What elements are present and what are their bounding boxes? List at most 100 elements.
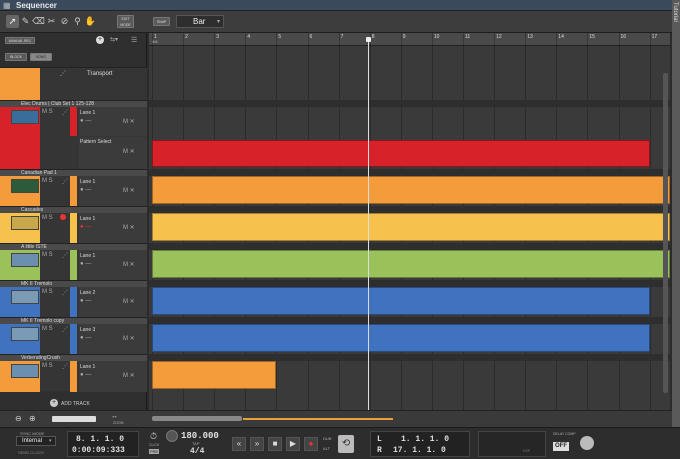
- track-canadian-pad[interactable]: Canadian Pad 1 M S ⋰ Lane 1 ● — M ✕: [0, 169, 147, 207]
- track-mk-ii-tremolo[interactable]: MK II Tremolo M S ⋰ Lane 2 ● — M ✕: [0, 280, 147, 318]
- lane-record-icon[interactable]: ● —: [80, 224, 91, 230]
- lane-record-icon[interactable]: ● —: [80, 118, 91, 124]
- clip-verberatingcrush[interactable]: [152, 361, 276, 389]
- clip-mk-ii-tremolo-copy[interactable]: [152, 324, 650, 352]
- snap-select[interactable]: Bar ▾: [176, 15, 224, 28]
- mute-solo-buttons[interactable]: M S: [42, 363, 53, 369]
- right-locator-value[interactable]: 17. 1. 1. 0: [393, 446, 446, 455]
- alt-button[interactable]: ALT: [323, 446, 330, 451]
- clip-canadian-pad[interactable]: [152, 176, 670, 204]
- device-thumbnail[interactable]: [11, 364, 39, 378]
- lane-color: [70, 250, 77, 281]
- track-separator: [149, 280, 670, 287]
- eraser-tool-icon[interactable]: ⌫: [32, 15, 45, 28]
- list-menu-icon[interactable]: ☰: [131, 36, 137, 44]
- lane-record-icon[interactable]: ● —: [80, 372, 91, 378]
- clip-drums-pattern[interactable]: [152, 140, 650, 167]
- add-track-icon[interactable]: +: [50, 399, 58, 407]
- lane-mute-close[interactable]: M ✕: [123, 224, 135, 231]
- mute-solo-buttons[interactable]: M S: [42, 326, 53, 332]
- lane-mute-close[interactable]: M ✕: [123, 298, 135, 305]
- send-clock-label[interactable]: SEND CLOCK: [18, 450, 44, 455]
- razor-tool-icon[interactable]: ✂: [45, 15, 58, 28]
- track-verberatingcrush[interactable]: VerberatingCrush M S ⋰ Lane 1 ● — M ✕: [0, 354, 147, 392]
- add-icon[interactable]: +: [96, 36, 104, 44]
- device-thumbnail[interactable]: [11, 253, 39, 267]
- zoom-fit-icon[interactable]: ↔: [111, 413, 118, 420]
- pointer-tool-icon[interactable]: ➚: [6, 15, 19, 28]
- tutorial-side-tab[interactable]: Tutorial: [672, 0, 680, 459]
- lane-mute-close[interactable]: M ✕: [123, 372, 135, 379]
- hand-tool-icon[interactable]: ✋: [84, 15, 97, 28]
- mute-solo-buttons[interactable]: M S: [42, 215, 53, 221]
- mute-solo-buttons[interactable]: M S: [42, 252, 53, 258]
- mute-solo-buttons[interactable]: M S: [42, 289, 53, 295]
- song-position-display[interactable]: 8. 1. 1. 0 0:00:09:333: [67, 431, 139, 457]
- clip-a-little-iste[interactable]: [152, 250, 670, 278]
- block-button[interactable]: BLOCK: [5, 53, 27, 61]
- left-locator-value[interactable]: 1. 1. 1. 0: [401, 435, 449, 444]
- device-thumbnail[interactable]: [11, 216, 39, 230]
- play-icon[interactable]: ▶: [286, 437, 300, 451]
- record-arm-icon[interactable]: [60, 214, 66, 220]
- track-a-little-iste[interactable]: A little ISTE M S ⋰ Lane 1 ● — M ✕: [0, 243, 147, 281]
- bar-ruler[interactable]: 1 2 3 4 5 6 7 8 9 10 11 12 13 14 15 16 17 4/4: [149, 33, 670, 46]
- playhead-handle[interactable]: [366, 37, 371, 42]
- track-cascades[interactable]: Cascades M S Lane 1 ● — M ✕: [0, 206, 147, 244]
- song-button[interactable]: SONG: [30, 53, 52, 61]
- track-elec-drums[interactable]: Elec Drums | Club Set 1 125-128 M S ⋰ La…: [0, 100, 147, 170]
- lane-record-icon[interactable]: ● —: [80, 335, 91, 341]
- record-icon[interactable]: ●: [304, 437, 318, 451]
- pre-count-button[interactable]: PRE: [149, 449, 160, 454]
- metronome-icon[interactable]: ⏱: [150, 431, 157, 442]
- snap-button[interactable]: SNAP: [153, 17, 170, 26]
- midi-routing-icon[interactable]: ⇆▾: [110, 36, 118, 43]
- arrangement-timeline[interactable]: 1 2 3 4 5 6 7 8 9 10 11 12 13 14 15 16 17 4/4: [149, 33, 670, 410]
- device-thumbnail[interactable]: [11, 327, 39, 341]
- loop-toggle-icon[interactable]: ⟲: [338, 435, 354, 453]
- lane-mute-close[interactable]: M ✕: [123, 148, 135, 155]
- magnify-tool-icon[interactable]: ⚲: [71, 15, 84, 28]
- horizontal-scroll-thumb[interactable]: [152, 416, 242, 421]
- device-thumbnail[interactable]: [11, 179, 39, 193]
- fast-forward-icon[interactable]: »: [250, 437, 264, 451]
- sync-mode-select[interactable]: Internal ▾: [16, 436, 56, 446]
- zoom-in-icon[interactable]: ⊕: [29, 414, 36, 423]
- dub-button[interactable]: DUB: [323, 436, 331, 441]
- lane-mute-close[interactable]: M ✕: [123, 261, 135, 268]
- clip-cascades[interactable]: [152, 213, 670, 241]
- time-signature-value[interactable]: 4/4: [190, 447, 204, 456]
- tap-button[interactable]: TAP: [192, 441, 199, 446]
- track-separator: [149, 317, 670, 324]
- loop-locators[interactable]: L R 1. 1. 1. 0 17. 1. 1. 0: [370, 431, 470, 457]
- tempo-knob[interactable]: [166, 430, 178, 442]
- stop-icon[interactable]: ■: [268, 437, 282, 451]
- tempo-value[interactable]: 180.000: [181, 431, 219, 441]
- add-track-button[interactable]: ADD TRACK: [61, 401, 90, 407]
- mute-solo-buttons[interactable]: M S: [42, 178, 53, 184]
- transport-lane[interactable]: [149, 46, 670, 68]
- lane-record-icon[interactable]: ● —: [80, 187, 91, 193]
- manual-rec-button[interactable]: MANUAL REC: [5, 37, 35, 44]
- lane-record-icon[interactable]: ● —: [80, 298, 91, 304]
- zoom-slider[interactable]: [52, 416, 96, 422]
- lane-record-icon[interactable]: ● —: [80, 261, 91, 267]
- edit-mode-button[interactable]: EDIT MODE: [117, 15, 134, 28]
- track-transport[interactable]: ⋰ Transport: [0, 67, 147, 101]
- track-mk-ii-tremolo-copy[interactable]: MK II Tremolo copy M S ⋰ Lane 3 ● — M ✕: [0, 317, 147, 355]
- clip-mk-ii-tremolo[interactable]: [152, 287, 650, 315]
- lane-mute-close[interactable]: M ✕: [123, 118, 135, 125]
- lane-mute-close[interactable]: M ✕: [123, 187, 135, 194]
- lane-name: Pattern Select: [80, 139, 112, 145]
- device-thumbnail[interactable]: [11, 290, 39, 304]
- rewind-icon[interactable]: «: [232, 437, 246, 451]
- mute-tool-icon[interactable]: ⊘: [58, 15, 71, 28]
- lane-mute-close[interactable]: M ✕: [123, 335, 135, 342]
- playhead[interactable]: [368, 37, 369, 410]
- vertical-scrollbar[interactable]: [663, 73, 668, 393]
- delay-comp-toggle[interactable]: OFF: [553, 442, 569, 451]
- device-thumbnail[interactable]: [11, 110, 39, 124]
- mute-solo-buttons[interactable]: M S: [42, 109, 53, 115]
- pencil-tool-icon[interactable]: ✎: [19, 15, 32, 28]
- zoom-out-icon[interactable]: ⊖: [15, 414, 22, 423]
